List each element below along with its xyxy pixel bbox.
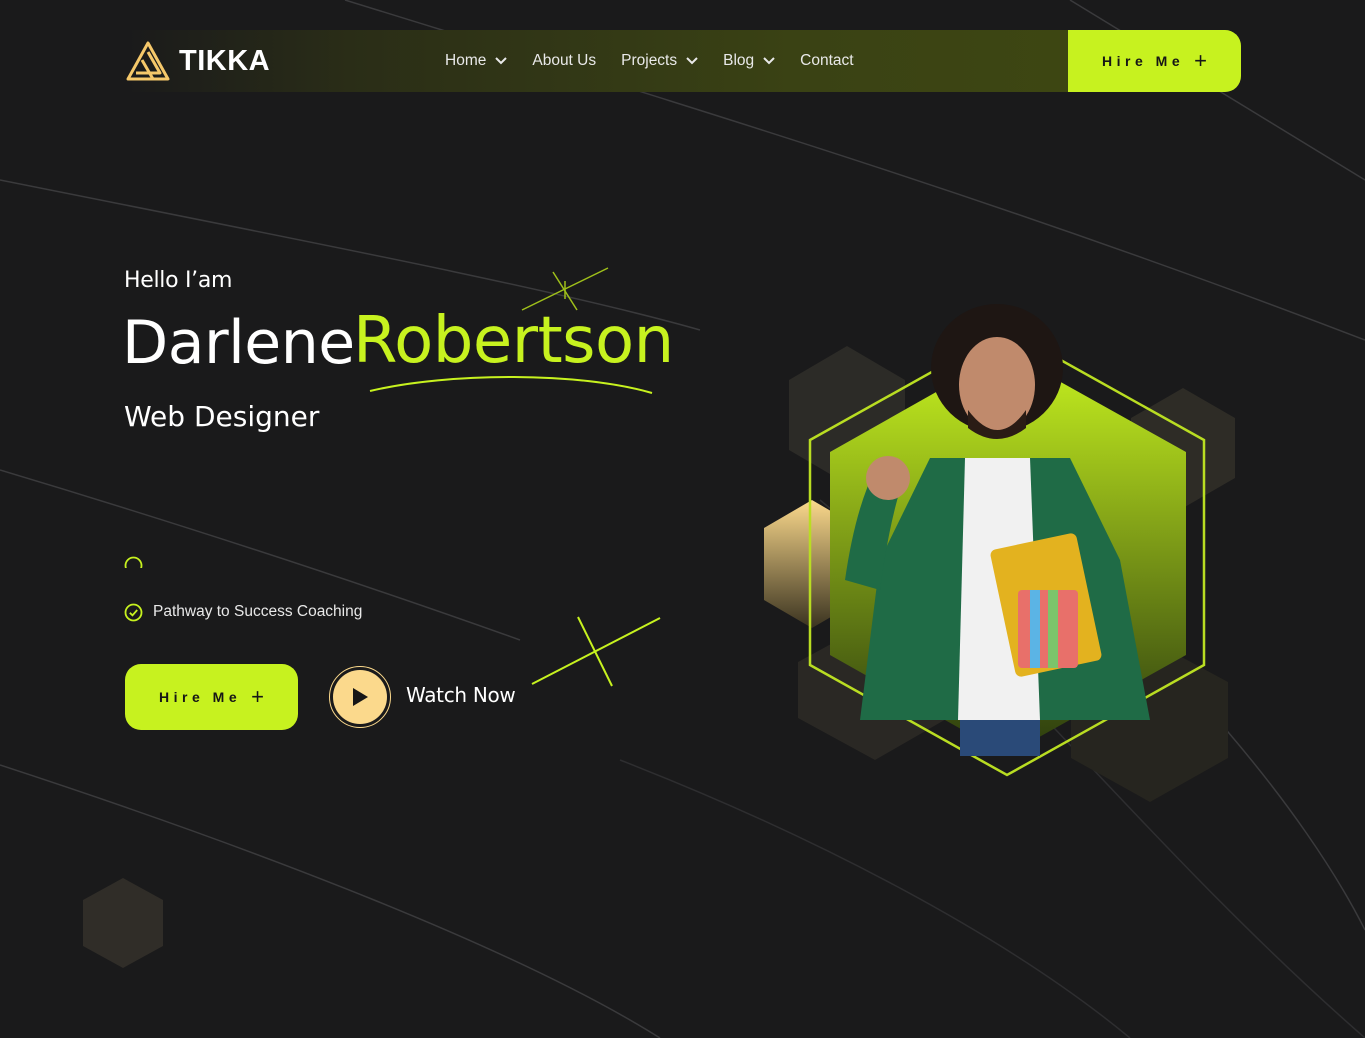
clipped-list-row [124, 520, 424, 568]
site-header: TIKKA Home About Us Projects Blog Contac… [125, 30, 1241, 92]
nav-label: Home [445, 52, 487, 69]
hero-illustration [83, 304, 1235, 968]
plus-icon: + [251, 684, 264, 709]
hero-role: Web Designer [124, 400, 320, 433]
hero-last-name: Robertson [353, 304, 674, 378]
nav-item-home[interactable]: Home [445, 52, 508, 70]
hero-hire-me-button[interactable]: Hire Me + [125, 664, 298, 730]
name-decorations [369, 267, 661, 687]
check-circle-icon [124, 603, 143, 621]
nav-item-projects[interactable]: Projects [621, 52, 698, 70]
main-nav: Home About Us Projects Blog Contact [445, 30, 879, 92]
brand-logo[interactable]: TIKKA [125, 40, 270, 82]
small-hexagon-shape [83, 878, 163, 968]
button-label: Hire Me [1102, 53, 1185, 69]
background-arcs [0, 0, 1365, 1038]
nav-label: Contact [800, 52, 854, 69]
check-circle-icon [124, 556, 143, 568]
button-label: Hire Me [159, 689, 242, 705]
list-item: Pathway to Success Coaching [124, 599, 362, 625]
watch-now-link[interactable]: Watch Now [406, 683, 516, 707]
nav-label: About Us [532, 52, 597, 69]
brand-name: TIKKA [179, 44, 271, 77]
list-item-label: Pathway to Success Coaching [153, 603, 363, 620]
hero-greeting: Hello I’am [124, 268, 233, 293]
tikka-logo-icon [126, 41, 170, 81]
sparkle-icon [531, 616, 661, 687]
nav-label: Blog [723, 52, 755, 69]
nav-item-blog[interactable]: Blog [723, 52, 775, 70]
play-button[interactable] [329, 666, 391, 728]
chevron-down-icon [686, 57, 698, 65]
header-hire-me-button[interactable]: Hire Me + [1068, 30, 1241, 92]
nav-item-about-us[interactable]: About Us [532, 52, 596, 70]
person-photo [845, 304, 1150, 756]
nav-item-contact[interactable]: Contact [800, 52, 853, 70]
plus-icon: + [1194, 48, 1207, 73]
hero-first-name: Darlene [122, 308, 355, 378]
underline-swoosh [369, 376, 653, 394]
play-icon [353, 688, 368, 706]
chevron-down-icon [495, 57, 508, 65]
nav-label: Projects [621, 52, 678, 69]
chevron-down-icon [763, 57, 775, 65]
feature-list: Pathway to Success Coaching [124, 599, 362, 625]
play-button-inner [333, 670, 387, 724]
